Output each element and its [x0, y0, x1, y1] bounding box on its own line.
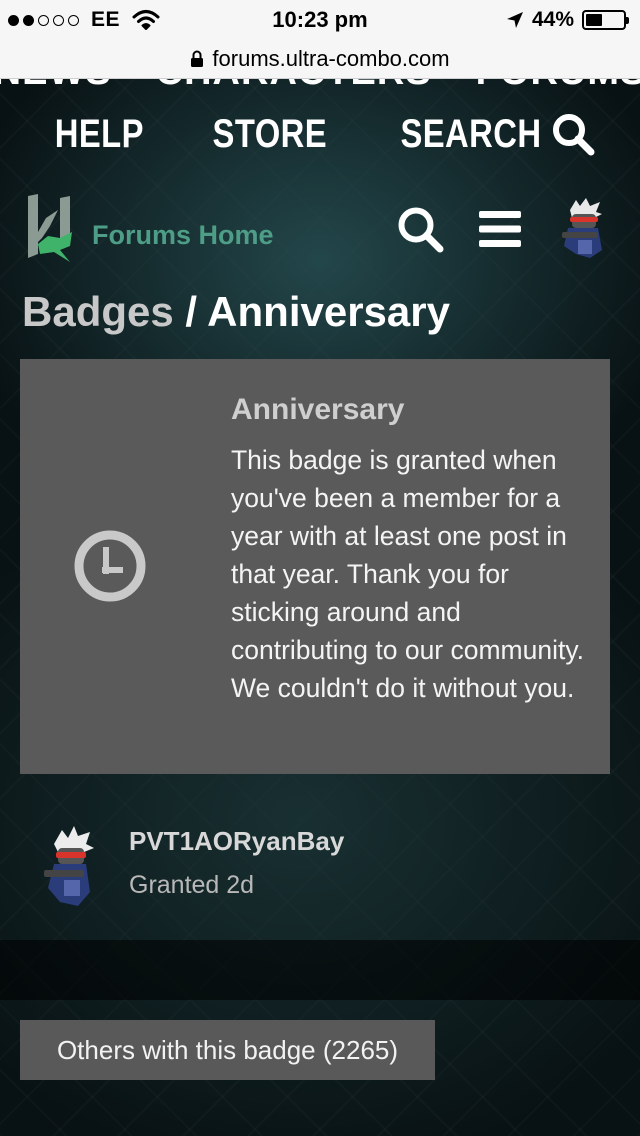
nav-news[interactable]: NEWS	[0, 79, 112, 93]
breadcrumb-separator: /	[173, 288, 208, 335]
search-icon[interactable]	[396, 205, 444, 253]
nav-help[interactable]: HELP	[55, 112, 144, 157]
forums-home-link[interactable]: Forums Home	[92, 220, 274, 251]
nav-search-label: SEARCH	[400, 111, 542, 156]
status-bar: EE 10:23 pm 44%	[0, 0, 640, 40]
battery-icon	[582, 10, 629, 30]
background-band	[0, 940, 640, 1000]
user-avatar-icon[interactable]	[556, 196, 608, 262]
granted-username[interactable]: PVT1AORyanBay	[129, 826, 344, 857]
clock-icon	[74, 530, 146, 602]
nav-characters[interactable]: CHARACTERS	[156, 79, 432, 93]
badge-card: Anniversary This badge is granted when y…	[20, 359, 610, 774]
nav-forums[interactable]: FORUMS	[476, 79, 640, 93]
location-arrow-icon	[506, 12, 523, 28]
page-title: Badges / Anniversary	[22, 288, 450, 336]
top-nav-scrolled: NEWS CHARACTERS FORUMS	[0, 79, 640, 93]
badge-name: Anniversary	[231, 393, 405, 426]
nav-search[interactable]: SEARCH	[385, 112, 595, 157]
granted-time: Granted 2d	[129, 871, 255, 899]
battery-percent: 44%	[531, 8, 574, 31]
nav-store[interactable]: STORE	[212, 112, 326, 157]
page-title-text: Anniversary	[207, 288, 450, 335]
others-with-badge-button[interactable]: Others with this badge (2265)	[20, 1020, 435, 1080]
status-right: 44%	[506, 8, 629, 32]
address-bar[interactable]: forums.ultra-combo.com	[0, 40, 640, 79]
top-nav: HELP STORE SEARCH	[0, 106, 640, 162]
url-text: forums.ultra-combo.com	[212, 46, 450, 71]
hamburger-menu-icon[interactable]	[478, 210, 522, 248]
search-icon	[553, 114, 595, 156]
lock-icon	[191, 50, 204, 67]
site-logo[interactable]	[24, 192, 90, 264]
granted-user-avatar[interactable]	[40, 822, 98, 910]
breadcrumb-badges[interactable]: Badges	[22, 288, 174, 335]
badge-description: This badge is granted when you've been a…	[231, 445, 585, 703]
